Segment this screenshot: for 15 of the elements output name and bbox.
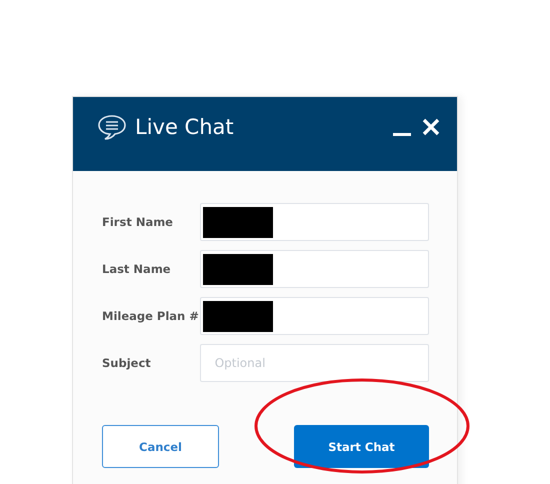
close-button[interactable] bbox=[421, 117, 441, 137]
cancel-button[interactable]: Cancel bbox=[102, 425, 219, 468]
chat-bubble-icon bbox=[97, 114, 127, 140]
field-label: Last Name bbox=[102, 262, 172, 276]
field-label: First Name bbox=[102, 215, 174, 229]
start-chat-button[interactable]: Start Chat bbox=[294, 425, 429, 468]
input-field[interactable] bbox=[200, 250, 429, 288]
minimize-icon bbox=[393, 133, 411, 136]
input-field[interactable] bbox=[200, 203, 429, 241]
input-field[interactable] bbox=[200, 297, 429, 335]
input-field[interactable]: Optional bbox=[200, 344, 429, 382]
close-icon bbox=[421, 117, 441, 137]
field-label: Mileage Plan # bbox=[102, 309, 200, 323]
window-title: Live Chat bbox=[135, 115, 235, 139]
field-label: Subject bbox=[102, 356, 152, 370]
